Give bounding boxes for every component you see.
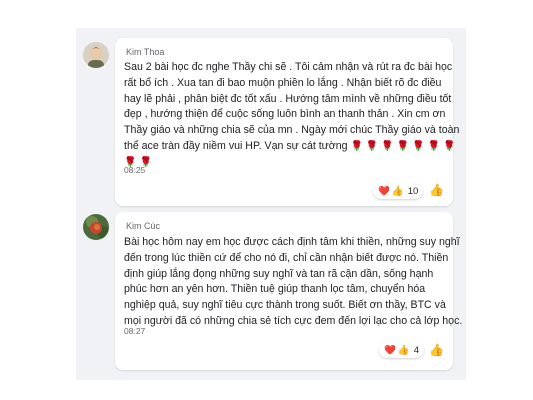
rose-icon: 🌹 [365, 140, 379, 152]
avatar[interactable] [83, 214, 109, 240]
rose-icon: 🌹 [350, 140, 363, 152]
comment-text: Sau 2 bài học đc nghe Thầy chi sẽ . Tôi … [124, 60, 459, 171]
thumbs-up-icon: 👍 [397, 344, 410, 356]
comment-line: nghiệp quả, suy nghĩ tiêu cực thành tron… [124, 299, 446, 312]
comment-card: Kim Thoa Sau 2 bài học đc nghe Thầy chi … [115, 38, 459, 206]
comment-line: hay lẽ phải , phân biệt đc tốt xấu . Hướ… [124, 92, 452, 105]
reaction-count: 10 [407, 185, 419, 197]
thumbs-up-icon: 👍 [391, 185, 404, 197]
comment-line-text: thể ace tràn đầy niềm vui HP. Vạn sự cát… [124, 139, 348, 152]
comment-card: Kim Cúc Bài học hôm nay em học được cách… [115, 212, 462, 370]
reaction-count: 4 [413, 344, 419, 356]
rose-emoji-group: 🌹 🌹 🌹 🌹 🌹 🌹 🌹 [350, 139, 458, 155]
comment-timestamp: 08:27 [124, 326, 146, 336]
comment-line: mọi người đã có những chia sẻ tích cực đ… [124, 314, 463, 327]
like-button[interactable]: 👍 [429, 183, 444, 197]
avatar[interactable] [83, 42, 109, 68]
comment-line: Bài học hôm nay em học được cách định tâ… [124, 236, 460, 248]
rose-icon: 🌹 [381, 140, 394, 152]
rose-icon: 🌹 [396, 140, 410, 152]
rose-icon: 🌹 [427, 140, 441, 152]
heart-icon: ❤️ [384, 344, 396, 356]
comment-line: đẹp , hướng thiện để cuộc sống luôn bình… [124, 108, 446, 121]
heart-icon: ❤️ [378, 185, 390, 197]
like-button[interactable]: 👍 [429, 343, 444, 357]
comment-line: đến trong lúc thiền cứ để cho nó đi, chỉ… [124, 251, 449, 264]
comment-line: phúc hơn an yên hơn. Thiền tuệ giúp than… [124, 283, 426, 296]
comment-line: Thầy giáo và những chia sẽ của mn . Ngày… [124, 124, 460, 137]
comment-line: rất bổ ích . Xua tan đi bao muộn phiền l… [124, 76, 442, 89]
comment-timestamp: 08:25 [124, 165, 146, 175]
rose-icon: 🌹 [443, 140, 456, 152]
reaction-summary[interactable]: ❤️ 👍 10 [373, 183, 424, 199]
rose-icon: 🌹 [412, 140, 425, 152]
reaction-summary[interactable]: ❤️ 👍 4 [379, 342, 424, 358]
comment-line: định giúp lắng đọng những suy nghĩ và ta… [124, 267, 434, 280]
comment-line: thể ace tràn đầy niềm vui HP. Vạn sự cát… [124, 139, 459, 155]
comment-line: 🌹 🌹 [124, 155, 459, 171]
comment-line: Sau 2 bài học đc nghe Thầy chi sẽ . Tôi … [124, 61, 453, 73]
comment-text: Bài học hôm nay em học được cách định tâ… [124, 235, 462, 330]
comment-author[interactable]: Kim Cúc [126, 221, 160, 231]
comment-author[interactable]: Kim Thoa [126, 47, 164, 57]
